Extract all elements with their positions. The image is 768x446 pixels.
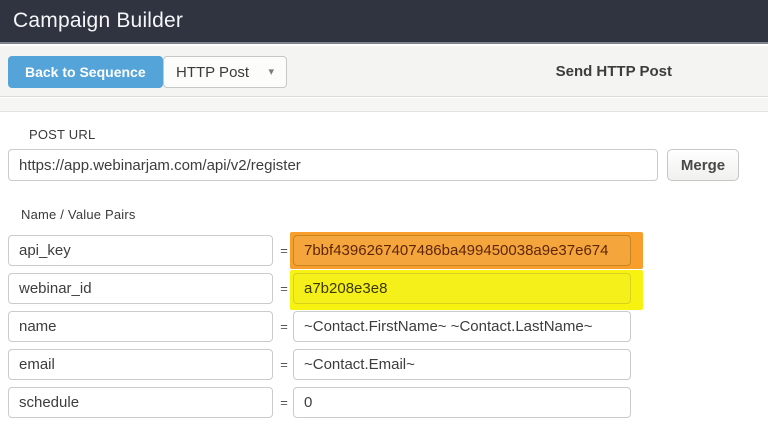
dropdown-selected-value: HTTP Post <box>176 63 250 81</box>
pair-value-input[interactable] <box>293 235 631 266</box>
chevron-down-icon: ▾ <box>268 65 274 78</box>
section-title: Send HTTP Post <box>555 63 672 80</box>
pair-row: = <box>0 346 768 384</box>
pair-name-input[interactable] <box>8 349 273 380</box>
app-header: Campaign Builder <box>0 0 768 44</box>
page-title: Campaign Builder <box>13 9 184 32</box>
pair-row: = <box>0 270 768 310</box>
post-url-row: Merge <box>0 149 768 181</box>
main-content: POST URL Merge Name / Value Pairs = = <box>0 113 768 422</box>
toolbar-substrip <box>0 98 768 112</box>
toolbar: Back to Sequence HTTP Post ▾ Send HTTP P… <box>0 46 768 97</box>
pair-value-slot <box>290 384 643 422</box>
name-value-pairs-list: = = = <box>0 232 768 422</box>
post-url-input[interactable] <box>8 149 658 181</box>
pair-row: = <box>0 308 768 346</box>
pair-name-input[interactable] <box>8 235 273 266</box>
pair-value-slot <box>290 232 643 270</box>
pair-name-input[interactable] <box>8 311 273 342</box>
name-value-pairs-label: Name / Value Pairs <box>21 207 136 222</box>
highlight-orange <box>290 232 643 269</box>
highlight-yellow <box>290 270 643 310</box>
action-type-dropdown[interactable]: HTTP Post ▾ <box>163 56 287 88</box>
pair-row: = <box>0 232 768 270</box>
campaign-builder-app: Campaign Builder Back to Sequence HTTP P… <box>0 0 768 446</box>
back-to-sequence-button[interactable]: Back to Sequence <box>8 56 163 88</box>
pair-value-input[interactable] <box>293 387 631 418</box>
pair-name-input[interactable] <box>8 387 273 418</box>
pair-value-slot <box>290 308 643 346</box>
merge-button[interactable]: Merge <box>667 149 739 181</box>
pair-value-slot <box>290 346 643 384</box>
pair-row: = <box>0 384 768 422</box>
pair-value-input[interactable] <box>293 311 631 342</box>
pair-value-input[interactable] <box>293 349 631 380</box>
post-url-label: POST URL <box>29 127 96 142</box>
pair-value-slot <box>290 270 643 310</box>
pair-name-input[interactable] <box>8 273 273 304</box>
pair-value-input[interactable] <box>293 273 631 304</box>
